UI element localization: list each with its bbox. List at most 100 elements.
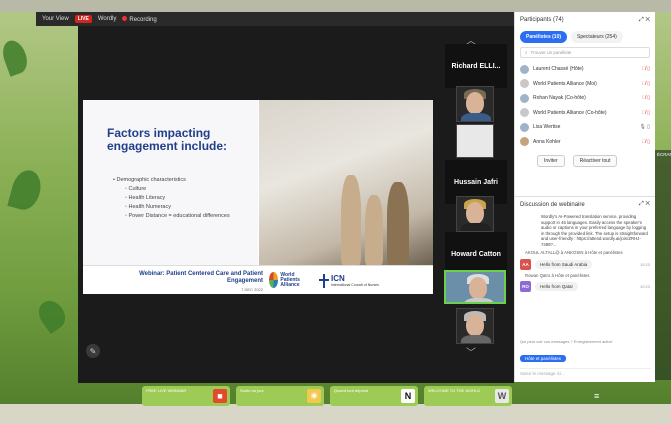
taskbar-app-label: WELCOME TO THE WORLD bbox=[428, 388, 481, 393]
wpa-logo-text: World Patients Alliance bbox=[280, 271, 300, 288]
taskbar-app-label: Sortie du jour bbox=[240, 388, 264, 393]
tab-panelists[interactable]: Panélistes (10) bbox=[520, 31, 568, 43]
chat-visibility-note: Qui peut voir vos messages ? Enregistrem… bbox=[520, 339, 613, 344]
avatar bbox=[520, 64, 529, 74]
avatar bbox=[520, 137, 529, 147]
panel-window-controls[interactable]: ⤢ ✕ bbox=[639, 17, 650, 24]
icn-logo-text: ICN bbox=[331, 274, 345, 283]
webinar-title: Webinar: Patient Centered Care and Patie… bbox=[139, 271, 263, 284]
slide-bullets: Demographic characteristics Culture Heal… bbox=[113, 176, 263, 221]
participant-row[interactable]: World Patients Alliance (Moi) 🎙̸ ▯ bbox=[515, 77, 655, 92]
mute-all-button[interactable]: Réactiver tout bbox=[572, 155, 618, 167]
wpa-logo-icon bbox=[269, 272, 279, 288]
shared-slide: Factors impacting engagement include: De… bbox=[83, 100, 433, 294]
sun-icon: ☀ bbox=[307, 389, 321, 403]
participant-row[interactable]: World Patients Alliance (Co-hôte) 🎙̸ ▯ bbox=[515, 106, 655, 121]
participant-row[interactable]: Laurent Chassé (Hôte) 🎙̸ ▯ bbox=[515, 62, 655, 77]
scroll-down-chevron-icon[interactable]: ﹀ bbox=[466, 344, 476, 359]
taskbar-app[interactable]: Sortie du jour ☀ bbox=[236, 386, 324, 406]
tab-attendees[interactable]: Spectateurs (254) bbox=[571, 31, 623, 43]
chat-header: Discussion de webinaire ⤢ ✕ bbox=[515, 197, 655, 212]
taskbar-app[interactable]: Quand tout dépend N bbox=[330, 386, 418, 406]
recording-label: Recording bbox=[129, 16, 157, 23]
taskbar-app-label: Quand tout dépend bbox=[334, 388, 369, 393]
chat-bubble: Hello from Qatar bbox=[535, 282, 579, 291]
wooden-figure bbox=[387, 182, 409, 265]
participant-face bbox=[466, 314, 484, 336]
participants-header: Participants (74) ⤢ ✕ bbox=[515, 12, 655, 28]
chat-message: RO Hello from Qatar 10:23 bbox=[520, 281, 650, 292]
annotate-pen-icon[interactable]: ✎ bbox=[86, 344, 100, 358]
recipient-select[interactable]: Hôte et panélistes bbox=[520, 355, 567, 362]
notion-icon: N bbox=[401, 389, 415, 403]
bullet-item: Health Literacy bbox=[113, 194, 263, 203]
view-label[interactable]: Your View bbox=[42, 16, 69, 22]
participant-name: World Patients Alliance (Co-hôte) bbox=[533, 109, 607, 116]
muted-mic-icon[interactable]: 🎙̸ ▯ bbox=[642, 95, 650, 101]
muted-mic-icon[interactable]: 🎙̸ ▯ bbox=[642, 81, 650, 87]
avatar bbox=[520, 79, 529, 89]
calendar-icon: ■ bbox=[213, 389, 227, 403]
muted-mic-icon[interactable]: 🎙̸ ▯ bbox=[642, 110, 650, 116]
taskbar-app-label: FREE LIVE WEBINAR bbox=[146, 388, 187, 393]
slide-photo-wooden-figures bbox=[259, 100, 433, 265]
chat-message-text: Wordly's AI-Powered translation service,… bbox=[541, 214, 648, 247]
muted-mic-icon[interactable]: 🎙̸ ▯ bbox=[642, 66, 650, 72]
workplace-menu[interactable]: Wordly bbox=[98, 16, 117, 22]
record-dot-icon bbox=[122, 15, 128, 21]
avatar bbox=[520, 93, 529, 103]
chat-input[interactable]: Saisir le message ici... bbox=[520, 368, 651, 378]
participant-body bbox=[464, 298, 494, 302]
chat-recipient-line: AKOUL ALTALL@ à ANKOSIN à Hôte et panéli… bbox=[525, 250, 623, 255]
bullet-item: Culture bbox=[113, 185, 263, 194]
participant-search-input[interactable]: ⌕ Trouver un panéliste bbox=[520, 47, 650, 58]
avatar: RO bbox=[520, 281, 531, 292]
invite-button[interactable]: Inviter bbox=[537, 155, 565, 167]
icn-logo-subtext: International Council of Nurses bbox=[331, 283, 379, 287]
webinar-date: 7 DEC 2022 bbox=[241, 287, 263, 292]
window-titlebar: Your View LIVE Wordly Recording bbox=[36, 12, 514, 26]
world-patients-alliance-logo: World Patients Alliance bbox=[269, 270, 313, 290]
word-icon: W bbox=[495, 389, 509, 403]
avatar bbox=[520, 122, 529, 132]
live-badge[interactable]: LIVE bbox=[74, 15, 92, 23]
chat-timestamp: 10:23 bbox=[639, 284, 650, 289]
participant-row[interactable]: Anna Kohler 🎙̸ ▯ bbox=[515, 135, 655, 150]
chat-window-controls[interactable]: ⤢ ✕ bbox=[639, 201, 650, 208]
wooden-figure bbox=[365, 195, 383, 265]
bullet-item: Power Distance = educational differences bbox=[113, 212, 263, 221]
video-tile-name[interactable]: Richard ELLI... bbox=[445, 44, 507, 88]
icn-logo: ICN International Council of Nurses bbox=[319, 270, 379, 292]
participants-title: Participants (74) bbox=[520, 17, 564, 23]
photo-frame-bottom bbox=[0, 404, 671, 424]
video-tile[interactable] bbox=[456, 86, 494, 122]
participant-face bbox=[466, 202, 484, 224]
video-tile[interactable] bbox=[456, 196, 494, 232]
chat-timestamp: 10:23 bbox=[639, 261, 650, 267]
recording-indicator: Recording bbox=[122, 15, 157, 23]
taskbar: FREE LIVE WEBINAR ■ Sortie du jour ☀ Qua… bbox=[0, 384, 671, 406]
avatar bbox=[520, 108, 529, 118]
slide-title: Factors impacting engagement include: bbox=[107, 126, 228, 153]
menu-icon[interactable]: ≡ bbox=[594, 391, 599, 401]
muted-mic-icon[interactable]: 🎙̸ ▯ bbox=[642, 139, 650, 145]
video-tile[interactable] bbox=[456, 308, 494, 344]
participants-panel: Participants (74) ⤢ ✕ Panélistes (10) Sp… bbox=[514, 12, 655, 196]
wooden-figure bbox=[341, 175, 361, 265]
chat-compose: Qui peut voir vos messages ? Enregistrem… bbox=[520, 339, 651, 378]
photo-frame-top bbox=[0, 0, 671, 12]
mic-icon[interactable]: 🎙 ▯ bbox=[640, 124, 651, 130]
participant-face bbox=[466, 92, 484, 114]
side-tab[interactable]: ÉCRAN bbox=[655, 150, 671, 380]
video-tile[interactable] bbox=[456, 124, 494, 158]
chat-panel: Discussion de webinaire ⤢ ✕ Wordly's AI-… bbox=[514, 196, 655, 382]
taskbar-app[interactable]: WELCOME TO THE WORLD W bbox=[424, 386, 512, 406]
chat-bubble: Hello from Saudi Arabia bbox=[535, 259, 593, 269]
active-speaker-tile[interactable] bbox=[444, 270, 506, 304]
chat-title: Discussion de webinaire bbox=[520, 201, 585, 208]
participant-name: Anna Kohler bbox=[533, 138, 561, 145]
chat-message: AA Hello from Saudi Arabia 10:23 bbox=[520, 258, 650, 270]
taskbar-app[interactable]: FREE LIVE WEBINAR ■ bbox=[142, 386, 230, 406]
participant-row[interactable]: Lisa Wertise 🎙 ▯ bbox=[515, 120, 655, 135]
participant-row[interactable]: Rohan Nayak (Co-hôte) 🎙̸ ▯ bbox=[515, 91, 655, 106]
